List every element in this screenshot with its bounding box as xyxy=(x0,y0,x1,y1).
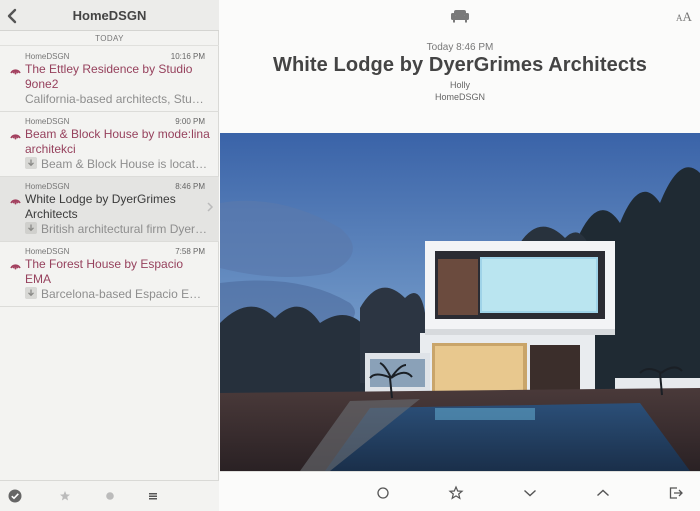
article-feed: HomeDSGN xyxy=(434,92,485,102)
sidebar-title: HomeDSGN xyxy=(72,8,147,23)
checkmark-circle-icon[interactable] xyxy=(8,489,22,503)
item-title: Beam & Block House by mode:lina architek… xyxy=(25,127,210,156)
article-date: Today 8:46 PM xyxy=(426,42,494,53)
list-item[interactable]: HomeDSGN 7:58 PM The Forest House by Esp… xyxy=(0,242,219,307)
item-source: HomeDSGN xyxy=(25,117,70,126)
article-list-sidebar: HomeDSGN TODAY HomeDSGN 10:16 PM The Ett… xyxy=(0,0,219,511)
rss-icon xyxy=(10,69,21,75)
download-icon xyxy=(25,157,37,169)
star-icon[interactable] xyxy=(58,489,72,503)
item-time: 10:16 PM xyxy=(170,52,205,61)
item-snippet: Beam & Block House is locat… xyxy=(41,157,208,171)
rss-icon xyxy=(10,264,21,270)
circle-icon[interactable] xyxy=(375,485,391,501)
article-hero-image xyxy=(220,133,700,471)
article-headline: White Lodge by DyerGrimes Architects xyxy=(272,54,648,76)
item-title: The Forest House by Espacio EMA xyxy=(25,257,184,286)
sidebar-toolbar xyxy=(0,480,219,511)
share-out-icon[interactable] xyxy=(668,485,684,501)
text-size-icon[interactable]: AA xyxy=(676,8,692,26)
item-snippet: Barcelona-based Espacio EM… xyxy=(41,287,211,301)
item-snippet: British architectural firm Dyer… xyxy=(41,222,208,236)
rss-icon xyxy=(10,199,21,205)
item-source: HomeDSGN xyxy=(25,247,70,256)
chevron-right-icon xyxy=(207,202,214,212)
article-author: Holly xyxy=(449,80,470,90)
sidebar-header: HomeDSGN xyxy=(0,0,219,31)
item-source: HomeDSGN xyxy=(25,52,70,61)
article-list: HomeDSGN 10:16 PM The Ettley Residence b… xyxy=(0,47,219,307)
article-view: AA Today 8:46 PM White Lodge by DyerGrim… xyxy=(220,0,700,511)
star-outline-icon[interactable] xyxy=(448,485,464,501)
list-item-selected[interactable]: HomeDSGN 8:46 PM White Lodge by DyerGrim… xyxy=(0,177,219,242)
item-time: 7:58 PM xyxy=(175,247,205,256)
item-time: 9:00 PM xyxy=(175,117,205,126)
list-item[interactable]: HomeDSGN 10:16 PM The Ettley Residence b… xyxy=(0,47,219,112)
item-title: The Ettley Residence by Studio 9one2 xyxy=(25,62,193,91)
section-label-today: TODAY xyxy=(0,32,219,46)
dot-icon[interactable] xyxy=(103,489,117,503)
item-title: White Lodge by DyerGrimes Architects xyxy=(25,192,176,221)
download-icon xyxy=(25,287,37,299)
list-icon[interactable] xyxy=(146,489,160,503)
article-toolbar xyxy=(220,471,700,511)
rss-icon xyxy=(10,134,21,140)
download-icon xyxy=(25,222,37,234)
item-snippet: California-based architects, Stu… xyxy=(25,92,204,106)
text-size-large-glyph: A xyxy=(682,9,692,24)
list-item[interactable]: HomeDSGN 9:00 PM Beam & Block House by m… xyxy=(0,112,219,177)
item-time: 8:46 PM xyxy=(175,182,205,191)
armchair-icon[interactable] xyxy=(450,9,470,23)
chevron-up-icon[interactable] xyxy=(595,485,611,501)
item-source: HomeDSGN xyxy=(25,182,70,191)
chevron-down-icon[interactable] xyxy=(522,485,538,501)
